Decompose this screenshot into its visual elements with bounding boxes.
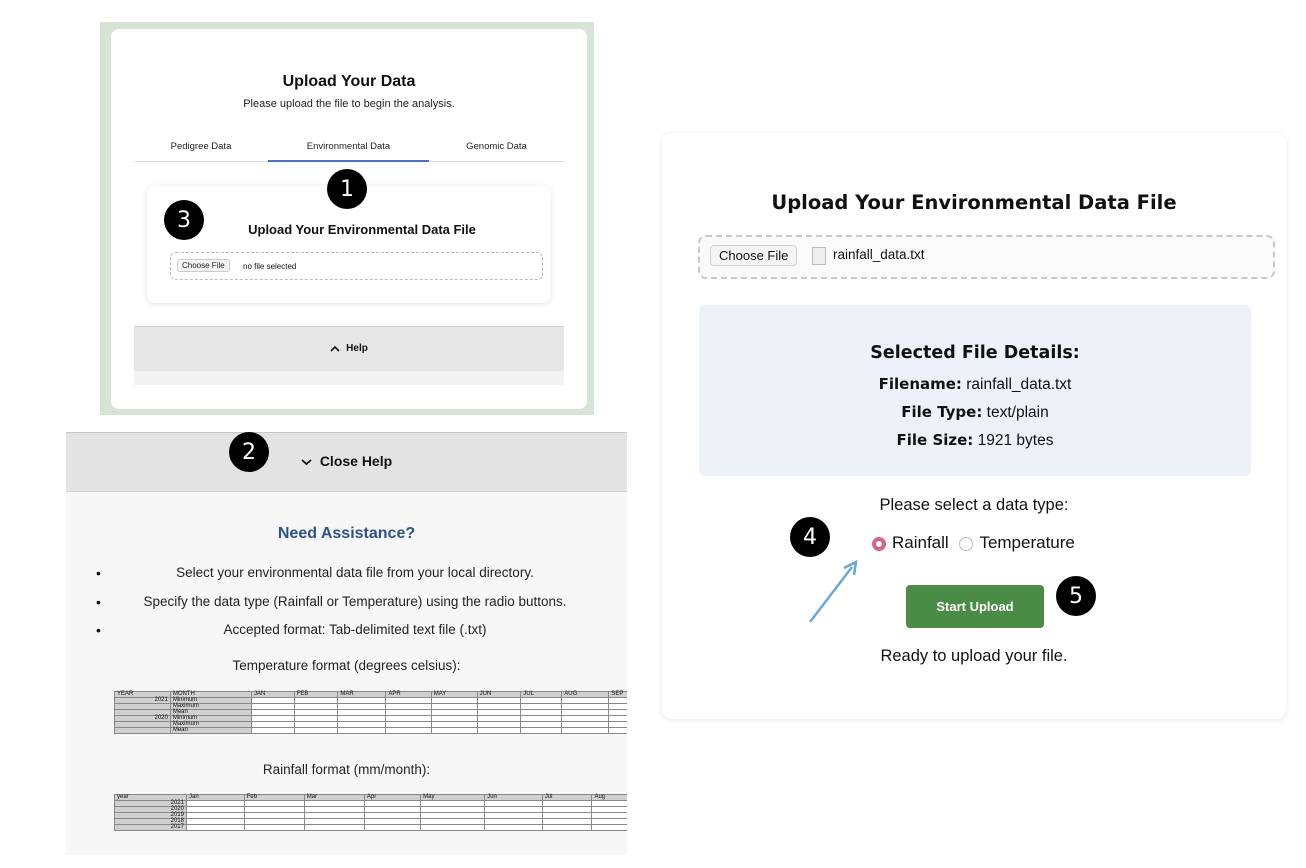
file-drop-area[interactable]: Choose File no file selected <box>170 252 543 280</box>
step-badge-2: 2 <box>229 432 269 472</box>
temperature-format-label: Temperature format (degrees celsius): <box>232 658 461 673</box>
upload-title: Upload Your Environmental Data File <box>771 191 1177 214</box>
tab-pedigree-data[interactable]: Pedigree Data <box>134 141 268 152</box>
step-badge-4: 4 <box>790 517 830 557</box>
help-bullet-3: Accepted format: Tab-delimited text file… <box>223 622 487 637</box>
data-type-radio-group: Rainfall Temperature <box>872 533 1075 553</box>
table-row: Mean <box>114 727 627 734</box>
table-cell <box>293 727 339 734</box>
detail-filetype-label: File Type: <box>901 403 983 421</box>
detail-filename-value: rainfall_data.txt <box>966 376 1072 393</box>
table-cell: 2017 <box>114 824 187 831</box>
help-footer <box>134 371 564 385</box>
upload-status: Ready to upload your file. <box>880 647 1068 665</box>
data-type-prompt: Please select a data type: <box>879 496 1069 514</box>
bullet-marker: • <box>96 594 101 610</box>
choose-file-button[interactable]: Choose File <box>177 259 230 272</box>
close-help-toggle[interactable]: Close Help <box>66 432 627 492</box>
rainfall-format-label: Rainfall format (mm/month): <box>262 762 431 777</box>
table-cell: Mean <box>169 727 252 734</box>
chevron-down-icon <box>301 459 312 466</box>
table-cell <box>608 727 627 734</box>
step-badge-5: 5 <box>1056 576 1096 616</box>
table-cell <box>250 727 295 734</box>
file-drop-area[interactable]: Choose File rainfall_data.txt <box>698 235 1275 279</box>
table-cell <box>243 824 305 831</box>
detail-filesize: File Size: 1921 bytes <box>699 431 1251 450</box>
table-cell <box>185 824 245 831</box>
tab-environmental-data[interactable]: Environmental Data <box>268 141 429 152</box>
active-tab-indicator <box>268 160 429 162</box>
document-icon <box>812 247 826 265</box>
table-cell <box>337 727 387 734</box>
close-help-label: Close Help <box>319 453 393 469</box>
radio-unselected-icon[interactable] <box>959 536 974 551</box>
table-cell <box>484 824 543 831</box>
step-badge-3: 3 <box>164 200 204 240</box>
step-badge-1: 1 <box>327 169 367 209</box>
table-cell <box>385 727 432 734</box>
radio-temperature[interactable]: Temperature <box>953 533 1075 552</box>
detail-filename: Filename: rainfall_data.txt <box>699 375 1251 394</box>
file-status: no file selected <box>243 262 297 271</box>
table-cell <box>541 824 593 831</box>
upload-card-title: Upload Your Environmental Data File <box>248 222 476 237</box>
table-cell <box>591 824 627 831</box>
table-header-row: year Jan Feb Mar Apr May Jun Jul Aug <box>114 794 627 801</box>
bullet-marker: • <box>96 565 101 581</box>
bullet-marker: • <box>96 622 101 638</box>
help-label: Help <box>346 343 368 354</box>
table-row: 2017 <box>114 824 627 831</box>
rainfall-format-table: year Jan Feb Mar Apr May Jun Jul Aug 2021 2020 2019… <box>114 794 627 831</box>
page-title: Upload Your Data <box>282 73 416 90</box>
table-cell <box>114 727 171 734</box>
arrow-annotation-icon <box>809 559 858 623</box>
selected-file-panel: Upload Your Environmental Data File Choo… <box>662 133 1286 719</box>
detail-filetype-value: text/plain <box>986 404 1049 421</box>
page-subtitle: Please upload the file to begin the anal… <box>243 98 455 110</box>
help-toggle[interactable]: Help <box>134 326 564 372</box>
close-help-row: Close Help <box>66 453 627 469</box>
table-cell <box>476 727 522 734</box>
radio-temperature-label[interactable]: Temperature <box>979 533 1074 552</box>
chevron-up-icon <box>330 345 340 352</box>
table-cell <box>520 727 563 734</box>
tab-genomic-data[interactable]: Genomic Data <box>429 141 564 152</box>
radio-rainfall-label[interactable]: Rainfall <box>892 533 949 552</box>
selected-file-name: rainfall_data.txt <box>833 247 925 262</box>
detail-filesize-value: 1921 bytes <box>977 432 1054 449</box>
table-cell <box>420 824 486 831</box>
help-toggle-label: Help <box>134 343 564 354</box>
detail-filetype: File Type: text/plain <box>699 403 1251 422</box>
detail-filesize-label: File Size: <box>896 431 974 449</box>
table-cell <box>363 824 422 831</box>
help-bullet-1: Select your environmental data file from… <box>176 565 534 580</box>
file-details-box: Selected File Details: Filename: rainfal… <box>699 305 1251 476</box>
choose-file-button[interactable]: Choose File <box>710 245 798 266</box>
details-heading: Selected File Details: <box>870 343 1080 363</box>
radio-rainfall[interactable]: Rainfall <box>872 533 953 552</box>
radio-selected-icon[interactable] <box>872 536 886 551</box>
table-cell <box>430 727 478 734</box>
start-upload-button[interactable]: Start Upload <box>906 585 1044 628</box>
table-cell <box>561 727 610 734</box>
detail-filename-label: Filename: <box>878 375 962 393</box>
temperature-format-table: YEAR MONTH JAN FEB MAR APR MAY JUN JUL AUG SEP 2021… <box>114 691 627 734</box>
help-heading: Need Assistance? <box>277 525 416 542</box>
help-panel: Close Help Need Assistance? • Select you… <box>66 432 627 855</box>
help-bullet-2: Specify the data type (Rainfall or Tempe… <box>143 594 567 609</box>
table-cell <box>303 824 365 831</box>
